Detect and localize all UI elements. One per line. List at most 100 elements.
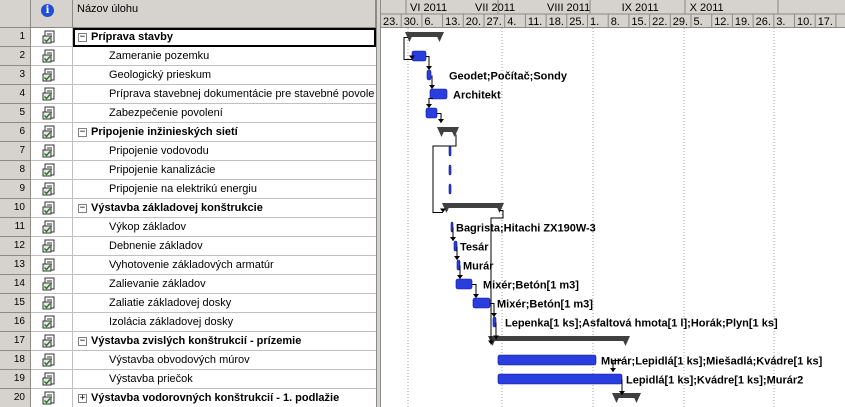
row-id-cell[interactable]: 1 bbox=[0, 28, 31, 47]
task-name-cell[interactable]: Výkop základov bbox=[73, 218, 376, 237]
row-id-cell[interactable]: 4 bbox=[0, 85, 31, 104]
notes-indicator-icon[interactable] bbox=[42, 239, 56, 253]
row-id-cell[interactable]: 7 bbox=[0, 142, 31, 161]
summary-bar[interactable] bbox=[445, 203, 501, 208]
summary-task-name-cell[interactable]: − Pripojenie inžinieských sietí bbox=[73, 123, 376, 142]
task-name-cell[interactable]: Výstavba priečok bbox=[73, 370, 376, 389]
row-id-cell[interactable]: 10 bbox=[0, 199, 31, 218]
task-row[interactable]: 3 Geologický prieskum bbox=[0, 66, 376, 85]
task-name-cell[interactable]: Zaliatie základovej dosky bbox=[73, 294, 376, 313]
notes-indicator-icon[interactable] bbox=[42, 182, 56, 196]
task-row[interactable]: 10 − Výstavba základovej konštrukcie bbox=[0, 199, 376, 218]
notes-indicator-icon[interactable] bbox=[42, 30, 56, 44]
task-name-cell[interactable]: Debnenie základov bbox=[73, 237, 376, 256]
summary-task-name-cell[interactable]: − Príprava stavby bbox=[73, 28, 376, 47]
task-name-cell[interactable]: Izolácia základovej dosky bbox=[73, 313, 376, 332]
task-name-cell[interactable]: Vyhotovenie základových armatúr bbox=[73, 256, 376, 275]
summary-bar[interactable] bbox=[491, 336, 627, 341]
notes-indicator-icon[interactable] bbox=[42, 106, 56, 120]
row-id-cell[interactable]: 6 bbox=[0, 123, 31, 142]
task-bar[interactable] bbox=[448, 145, 452, 157]
task-name-cell[interactable]: Pripojenie vodovodu bbox=[73, 142, 376, 161]
notes-indicator-icon[interactable] bbox=[42, 163, 56, 177]
row-id-cell[interactable]: 8 bbox=[0, 161, 31, 180]
row-id-cell[interactable]: 11 bbox=[0, 218, 31, 237]
task-row[interactable]: 20 + Výstavba vodorovných konštrukcií - 1.… bbox=[0, 389, 376, 407]
summary-task-name-cell[interactable]: + Výstavba vodorovných konštrukcií - 1. p… bbox=[73, 389, 376, 407]
task-name-cell[interactable]: Zabezpečenie povolení bbox=[73, 104, 376, 123]
notes-indicator-icon[interactable] bbox=[42, 277, 56, 291]
expand-toggle[interactable]: + bbox=[78, 393, 87, 403]
notes-indicator-icon[interactable] bbox=[42, 391, 56, 405]
task-name-cell[interactable]: Geologický prieskum bbox=[73, 66, 376, 85]
notes-indicator-icon[interactable] bbox=[42, 87, 56, 101]
notes-indicator-icon[interactable] bbox=[42, 372, 56, 386]
task-name-column-header[interactable]: Názov úlohu bbox=[73, 0, 376, 28]
row-id-cell[interactable]: 16 bbox=[0, 313, 31, 332]
notes-indicator-icon[interactable] bbox=[42, 201, 56, 215]
task-row[interactable]: 4 Príprava stavebnej dokumentácie pre sta… bbox=[0, 85, 376, 104]
row-id-cell[interactable]: 13 bbox=[0, 256, 31, 275]
notes-indicator-icon[interactable] bbox=[42, 125, 56, 139]
task-row[interactable]: 2 Zameranie pozemku bbox=[0, 47, 376, 66]
task-row[interactable]: 8 Pripojenie kanalizácie bbox=[0, 161, 376, 180]
id-column-header[interactable] bbox=[0, 0, 31, 28]
task-row[interactable]: 1 − Príprava stavby bbox=[0, 28, 376, 47]
collapse-toggle[interactable]: − bbox=[78, 203, 87, 213]
task-row[interactable]: 6 − Pripojenie inžinieských sietí bbox=[0, 123, 376, 142]
task-row[interactable]: 5 Zabezpečenie povolení bbox=[0, 104, 376, 123]
row-id-cell[interactable]: 14 bbox=[0, 275, 31, 294]
notes-indicator-icon[interactable] bbox=[42, 49, 56, 63]
task-row[interactable]: 7 Pripojenie vodovodu bbox=[0, 142, 376, 161]
summary-task-name-cell[interactable]: − Výstavba zvislých konštrukcií - prízemi… bbox=[73, 332, 376, 351]
notes-indicator-icon[interactable] bbox=[42, 296, 56, 310]
collapse-toggle[interactable]: − bbox=[78, 32, 87, 42]
notes-indicator-icon[interactable] bbox=[42, 68, 56, 82]
row-id-cell[interactable]: 9 bbox=[0, 180, 31, 199]
summary-task-name-cell[interactable]: − Výstavba základovej konštrukcie bbox=[73, 199, 376, 218]
notes-indicator-icon[interactable] bbox=[42, 220, 56, 234]
notes-indicator-icon[interactable] bbox=[42, 353, 56, 367]
notes-indicator-icon[interactable] bbox=[42, 334, 56, 348]
task-row[interactable]: 14 Zalievanie základov bbox=[0, 275, 376, 294]
row-id-cell[interactable]: 19 bbox=[0, 370, 31, 389]
task-row[interactable]: 13 Vyhotovenie základových armatúr bbox=[0, 256, 376, 275]
row-id-cell[interactable]: 20 bbox=[0, 389, 31, 407]
row-id-cell[interactable]: 2 bbox=[0, 47, 31, 66]
task-row[interactable]: 19 Výstavba priečok bbox=[0, 370, 376, 389]
notes-indicator-icon[interactable] bbox=[42, 315, 56, 329]
task-row[interactable]: 9 Pripojenie na elektrikú energiu bbox=[0, 180, 376, 199]
task-name-cell[interactable]: Pripojenie na elektrikú energiu bbox=[73, 180, 376, 199]
task-bar[interactable] bbox=[448, 164, 452, 176]
task-row[interactable]: 15 Zaliatie základovej dosky bbox=[0, 294, 376, 313]
row-id-cell[interactable]: 18 bbox=[0, 351, 31, 370]
task-name-cell[interactable]: Výstavba obvodových múrov bbox=[73, 351, 376, 370]
task-row[interactable]: 18 Výstavba obvodových múrov bbox=[0, 351, 376, 370]
task-name-cell[interactable]: Pripojenie kanalizácie bbox=[73, 161, 376, 180]
task-bar[interactable] bbox=[448, 183, 452, 195]
row-id-cell[interactable]: 17 bbox=[0, 332, 31, 351]
task-bar[interactable] bbox=[455, 278, 473, 290]
collapse-toggle[interactable]: − bbox=[78, 336, 87, 346]
row-id-cell[interactable]: 3 bbox=[0, 66, 31, 85]
task-row[interactable]: 12 Debnenie základov bbox=[0, 237, 376, 256]
task-row[interactable]: 16 Izolácia základovej dosky bbox=[0, 313, 376, 332]
task-bar[interactable] bbox=[426, 69, 432, 81]
row-id-cell[interactable]: 12 bbox=[0, 237, 31, 256]
indicators-column-header[interactable]: i bbox=[31, 0, 73, 28]
notes-indicator-icon[interactable] bbox=[42, 144, 56, 158]
task-row[interactable]: 11 Výkop základov bbox=[0, 218, 376, 237]
task-name-cell[interactable]: Zameranie pozemku bbox=[73, 47, 376, 66]
task-bar[interactable] bbox=[429, 88, 448, 100]
row-id-cell[interactable]: 15 bbox=[0, 294, 31, 313]
collapse-toggle[interactable]: − bbox=[78, 127, 87, 137]
task-name-cell[interactable]: Príprava stavebnej dokumentácie pre stav… bbox=[73, 85, 376, 104]
task-bar[interactable] bbox=[497, 373, 623, 385]
task-bar[interactable] bbox=[497, 354, 597, 366]
row-id-cell[interactable]: 5 bbox=[0, 104, 31, 123]
notes-indicator-icon[interactable] bbox=[42, 258, 56, 272]
task-name-cell[interactable]: Zalievanie základov bbox=[73, 275, 376, 294]
task-bar[interactable] bbox=[472, 297, 491, 309]
task-bar[interactable] bbox=[425, 107, 438, 119]
task-row[interactable]: 17 − Výstavba zvislých konštrukcií - príze… bbox=[0, 332, 376, 351]
